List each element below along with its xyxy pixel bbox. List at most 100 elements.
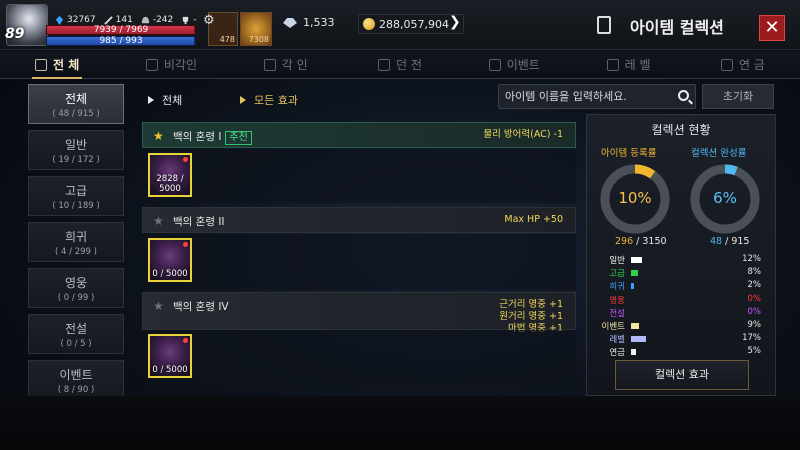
grade-bar	[631, 336, 647, 343]
collection-list[interactable]: ★ 백의 혼령 I 추천 물리 방어력(AC) -1 2828 / 5000 ★ …	[142, 120, 578, 392]
hp-text: 7939 / 7969	[93, 25, 149, 35]
tab-event[interactable]: 이벤트	[457, 51, 571, 78]
category-common[interactable]: 일반( 19 / 172 )	[28, 130, 124, 170]
grade-name: 희귀	[609, 282, 625, 293]
recommended-badge: 추천	[225, 131, 252, 145]
grade-bar	[631, 283, 634, 290]
set-header[interactable]: ★ 백의 혼령 II Max HP +50	[142, 207, 576, 233]
item-slot[interactable]: 2828 / 5000	[148, 153, 192, 197]
attack-value: 141	[115, 15, 133, 25]
breakdown-row: 연금 5%	[595, 346, 771, 359]
character-level: 89	[5, 26, 25, 42]
search-box	[498, 84, 696, 109]
grade-name: 영웅	[609, 295, 625, 306]
grade-bar	[631, 257, 642, 263]
star-icon[interactable]: ★	[153, 299, 164, 313]
gear-icon[interactable]: ⚙	[203, 14, 217, 28]
set-items: 2828 / 5000	[142, 149, 576, 203]
completion-label: 컬렉션 완성률	[691, 148, 747, 159]
tab-all[interactable]: 전 체	[0, 51, 114, 79]
set-name: 백의 혼령 II	[173, 216, 225, 228]
buff2-count: 7308	[248, 35, 269, 44]
grade-percent: 5%	[747, 346, 762, 357]
set-header[interactable]: ★ 백의 혼령 IV 근거리 명중 +1 원거리 명중 +1 마법 명중 +1	[142, 292, 576, 334]
tab-dungeon[interactable]: 던 전	[343, 51, 457, 78]
tab-engraved[interactable]: 각 인	[229, 51, 343, 78]
shield-gear-icon	[263, 58, 276, 71]
item-slot[interactable]: 0 / 5000	[148, 334, 192, 378]
grade-name: 전설	[609, 308, 625, 319]
buff-slot-2[interactable]: 7308	[240, 12, 272, 46]
category-legendary[interactable]: 전설( 0 / 5 )	[28, 314, 124, 354]
grade-name: 이벤트	[601, 321, 625, 332]
gold-coin-icon	[363, 18, 375, 30]
item-slot[interactable]: 0 / 5000	[148, 238, 192, 282]
breakdown-row: 희귀 2%	[595, 280, 771, 293]
set-items: 0 / 5000	[142, 234, 576, 290]
bottom-strip	[0, 396, 800, 450]
breakdown-row: 레벨 17%	[595, 333, 771, 346]
search-icon[interactable]	[678, 90, 689, 101]
grade-bar	[631, 349, 636, 356]
completion-count: 48 / 915	[710, 236, 750, 247]
tab-unengraved[interactable]: 비각인	[114, 51, 228, 78]
tab-bar: 전 체 비각인 각 인 던 전 이벤트 레 벨 연 금	[0, 51, 800, 79]
alchemy-icon	[720, 58, 733, 71]
grade-name: 일반	[609, 256, 625, 266]
category-all[interactable]: 전체( 48 / 915 )	[28, 84, 124, 124]
grade-percent: 0%	[747, 306, 762, 317]
breakdown-row: 일반 12%	[595, 254, 771, 267]
set-items: 0 / 5000	[142, 330, 576, 390]
category-event[interactable]: 이벤트( 8 / 90 )	[28, 360, 124, 396]
new-dot-icon	[183, 338, 188, 343]
trophy-icon	[183, 16, 189, 24]
grade-bar	[631, 270, 639, 277]
new-dot-icon	[183, 157, 188, 162]
category-heroic[interactable]: 영웅( 0 / 99 )	[28, 268, 124, 308]
level-icon	[606, 58, 619, 71]
page-title: 아이템 컬렉션	[630, 18, 724, 37]
gift-icon	[488, 58, 501, 71]
chevron-right-icon[interactable]: ❯	[449, 14, 461, 30]
tab-alchemy[interactable]: 연 금	[686, 51, 800, 78]
trophy-value: -	[193, 15, 197, 25]
sword-icon	[103, 15, 113, 25]
grade-percent: 8%	[747, 267, 762, 278]
reset-button[interactable]: 초기화	[702, 84, 774, 109]
registration-count: 296 / 3150	[615, 236, 667, 247]
defense-value: -242	[152, 15, 174, 25]
grade-name: 연금	[609, 348, 625, 359]
hp-bar: 7939 / 7969	[46, 25, 196, 35]
book-icon	[597, 16, 611, 34]
grade-bar	[631, 322, 640, 329]
set-header[interactable]: ★ 백의 혼령 I 추천 물리 방어력(AC) -1	[142, 122, 576, 148]
helmet-icon	[141, 16, 149, 23]
grade-percent: 9%	[747, 319, 762, 330]
new-dot-icon	[183, 242, 188, 247]
filter-effect[interactable]: 모든 효과	[240, 92, 298, 108]
top-status-bar: 89 32767 141 -242 - 7939 / 7969 985 / 99…	[0, 0, 800, 50]
set-effect: 물리 방어력(AC) -1	[483, 129, 563, 140]
collection-effect-button[interactable]: 컬렉션 효과	[615, 360, 749, 390]
game-screen: 89 32767 141 -242 - 7939 / 7969 985 / 99…	[0, 0, 800, 450]
breakdown-row: 고급 8%	[595, 267, 771, 280]
play-triangle-icon	[148, 96, 154, 104]
filter-grade[interactable]: 전체	[148, 92, 182, 108]
breakdown-row: 이벤트 9%	[595, 320, 771, 333]
category-list: 전체( 48 / 915 ) 일반( 19 / 172 ) 고급( 10 / 1…	[28, 84, 126, 396]
grade-percent: 17%	[742, 333, 761, 344]
crystal-amount: 1,533	[303, 16, 335, 29]
mp-bar: 985 / 993	[46, 36, 196, 46]
category-advanced[interactable]: 고급( 10 / 189 )	[28, 176, 124, 216]
star-icon[interactable]: ★	[153, 129, 164, 143]
star-icon[interactable]: ★	[153, 214, 164, 228]
tab-level[interactable]: 레 벨	[571, 51, 685, 78]
grade-percent: 12%	[742, 254, 761, 264]
buff1-count: 478	[219, 35, 235, 44]
grade-breakdown: 일반 12% 고급 8% 희귀 2% 영웅 0% 전설 0% 이벤트 9% 레벨 17% 연금 5%	[595, 254, 771, 360]
search-input[interactable]	[499, 85, 669, 108]
category-rare[interactable]: 희귀( 4 / 299 )	[28, 222, 124, 262]
close-button[interactable]: ✕	[759, 15, 785, 41]
panel-title: 컬렉션 현황	[651, 123, 711, 137]
set-effect: Max HP +50	[504, 214, 563, 225]
